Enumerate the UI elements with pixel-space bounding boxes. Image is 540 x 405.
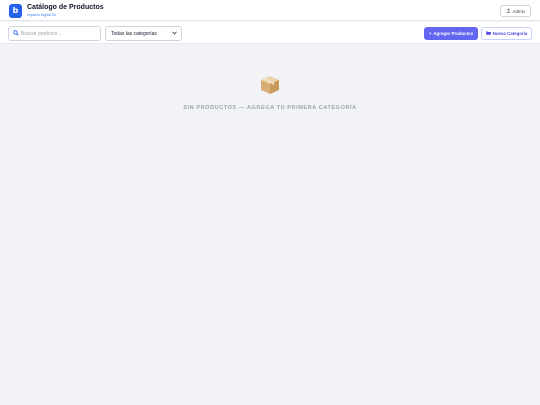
new-category-label: Nueva Categoría <box>492 31 528 36</box>
folder-icon <box>485 31 491 36</box>
search-input[interactable] <box>21 30 100 37</box>
admin-button[interactable]: Admin <box>499 5 531 17</box>
top-bar: b Catálogo de Productos Impacto Digital … <box>0 0 540 21</box>
new-category-button[interactable]: Nueva Categoría <box>481 27 532 40</box>
add-products-label: Agregar Productos <box>433 31 474 36</box>
user-icon <box>506 8 511 14</box>
plus-icon: + <box>428 31 432 36</box>
search-box[interactable] <box>8 26 101 41</box>
app-title: Catálogo de Productos <box>27 4 104 11</box>
empty-state: SIN PRODUCTOS — AGREGA TU PRIMERA CATEGO… <box>0 74 540 111</box>
admin-label: Admin <box>512 8 525 14</box>
empty-state-message: SIN PRODUCTOS — AGREGA TU PRIMERA CATEGO… <box>183 105 357 111</box>
search-icon <box>13 29 19 38</box>
add-products-button[interactable]: + Agregar Productos <box>424 27 478 40</box>
chevron-down-icon <box>172 30 177 37</box>
category-select[interactable]: Todas las categorías <box>105 26 182 41</box>
app-logo: b <box>9 4 22 18</box>
logo-letter: b <box>12 6 19 15</box>
package-icon <box>259 74 281 96</box>
app-subtitle: Impacto Digital 5V <box>27 12 57 17</box>
category-select-value: Todas las categorías <box>111 30 157 37</box>
toolbar: Todas las categorías + Agregar Productos… <box>0 22 540 44</box>
